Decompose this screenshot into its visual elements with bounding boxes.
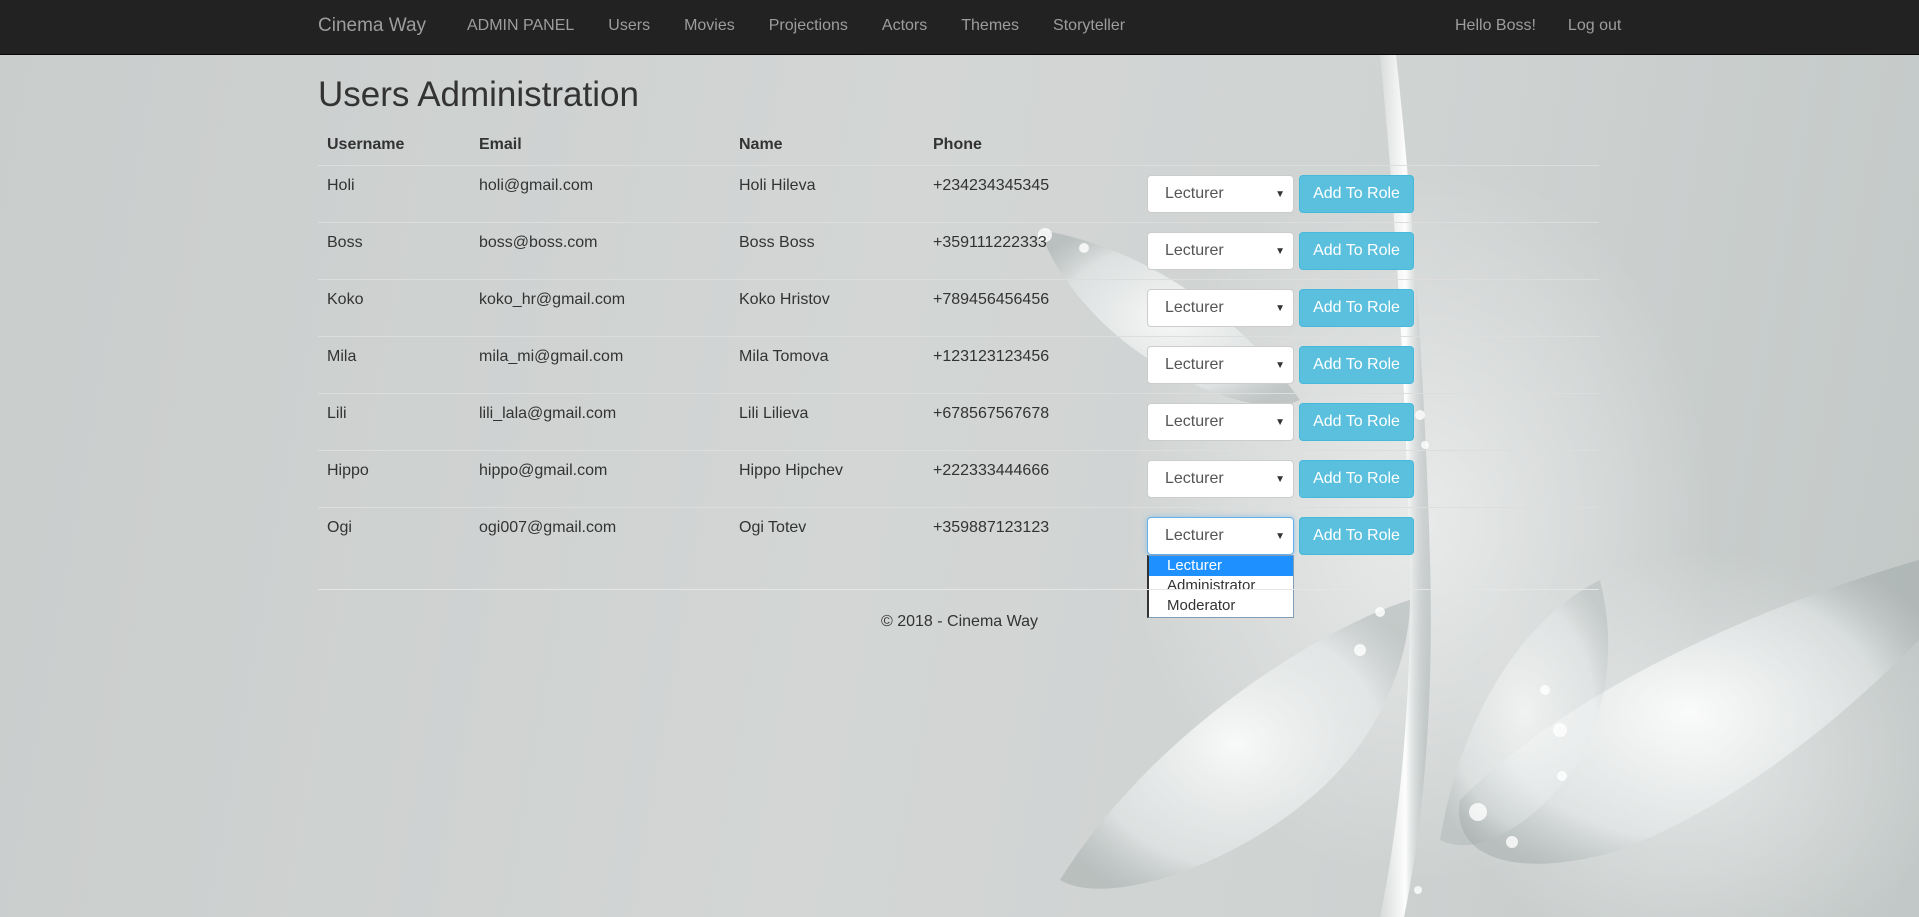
- cell-username: Koko: [327, 291, 364, 308]
- nav-movies[interactable]: Movies: [684, 17, 735, 35]
- table-row: Koko koko_hr@gmail.com Koko Hristov +789…: [318, 280, 1599, 337]
- nav-admin-panel[interactable]: ADMIN PANEL: [467, 17, 574, 35]
- role-select-value: Lecturer: [1165, 413, 1224, 430]
- table-row: Mila mila_mi@gmail.com Mila Tomova +1231…: [318, 337, 1599, 394]
- role-select[interactable]: Lecturer ▼: [1147, 346, 1294, 384]
- cell-username: Holi: [327, 177, 355, 194]
- role-select[interactable]: Lecturer ▼: [1147, 460, 1294, 498]
- cell-email: ogi007@gmail.com: [479, 519, 617, 536]
- cell-email: lili_lala@gmail.com: [479, 405, 617, 422]
- caret-down-icon: ▼: [1275, 474, 1285, 485]
- role-option-moderator[interactable]: Moderator: [1149, 596, 1293, 616]
- cell-name: Hippo Hipchev: [739, 462, 844, 479]
- cell-phone: +123123123456: [933, 348, 1050, 365]
- add-to-role-button[interactable]: Add To Role: [1299, 346, 1414, 384]
- table-row: Ogi ogi007@gmail.com Ogi Totev +35988712…: [318, 508, 1599, 565]
- cell-name: Mila Tomova: [739, 348, 829, 365]
- add-to-role-button[interactable]: Add To Role: [1299, 403, 1414, 441]
- cell-username: Hippo: [327, 462, 369, 479]
- role-select[interactable]: Lecturer ▼: [1147, 232, 1294, 270]
- nav-actors[interactable]: Actors: [882, 17, 927, 35]
- cell-name: Lili Lilieva: [739, 405, 809, 422]
- add-to-role-button[interactable]: Add To Role: [1299, 289, 1414, 327]
- greeting-link[interactable]: Hello Boss!: [1455, 17, 1536, 35]
- table-row: Lili lili_lala@gmail.com Lili Lilieva +6…: [318, 394, 1599, 451]
- footer-copyright: © 2018 - Cinema Way: [881, 613, 1039, 630]
- main-nav: ADMIN PANEL Users Movies Projections Act…: [467, 17, 1159, 35]
- cell-phone: +789456456456: [933, 291, 1050, 308]
- cell-email: holi@gmail.com: [479, 177, 594, 194]
- role-select[interactable]: Lecturer ▼: [1147, 517, 1294, 555]
- role-option-lecturer[interactable]: Lecturer: [1149, 556, 1293, 576]
- cell-email: koko_hr@gmail.com: [479, 291, 626, 308]
- role-select[interactable]: Lecturer ▼: [1147, 289, 1294, 327]
- cell-email: boss@boss.com: [479, 234, 598, 251]
- logout-link[interactable]: Log out: [1568, 17, 1621, 35]
- add-to-role-button[interactable]: Add To Role: [1299, 460, 1414, 498]
- table-row: Boss boss@boss.com Boss Boss +3591112223…: [318, 223, 1599, 280]
- role-option-administrator[interactable]: Administrator: [1149, 576, 1293, 596]
- role-select[interactable]: Lecturer ▼: [1147, 175, 1294, 213]
- caret-down-icon: ▼: [1275, 189, 1285, 200]
- cell-name: Boss Boss: [739, 234, 815, 251]
- cell-phone: +359887123123: [933, 519, 1050, 536]
- caret-down-icon: ▼: [1275, 303, 1285, 314]
- role-select-value: Lecturer: [1165, 185, 1224, 202]
- cell-phone: +222333444666: [933, 462, 1050, 479]
- user-nav: Hello Boss! Log out: [1455, 17, 1621, 35]
- cell-name: Koko Hristov: [739, 291, 830, 308]
- cell-name: Ogi Totev: [739, 519, 807, 536]
- cell-phone: +359111222333: [933, 234, 1047, 251]
- nav-themes[interactable]: Themes: [961, 17, 1019, 35]
- table-row: Holi holi@gmail.com Holi Hileva +2342343…: [318, 166, 1599, 223]
- nav-users[interactable]: Users: [608, 17, 650, 35]
- add-to-role-button[interactable]: Add To Role: [1299, 232, 1414, 270]
- role-select-value: Lecturer: [1165, 356, 1224, 373]
- header-username: Username: [327, 136, 405, 153]
- add-to-role-button[interactable]: Add To Role: [1299, 517, 1414, 555]
- caret-down-icon: ▼: [1275, 531, 1285, 542]
- nav-storyteller[interactable]: Storyteller: [1053, 17, 1125, 35]
- footer-divider: [318, 589, 1599, 590]
- cell-username: Boss: [327, 234, 363, 251]
- users-table: Username Email Name Phone Holi holi@gmai…: [318, 128, 1599, 565]
- cell-username: Ogi: [327, 519, 352, 536]
- role-select-value: Lecturer: [1165, 299, 1224, 316]
- header-name: Name: [739, 136, 783, 153]
- page-title: Users Administration: [318, 75, 639, 114]
- caret-down-icon: ▼: [1275, 417, 1285, 428]
- role-select-value: Lecturer: [1165, 470, 1224, 487]
- cell-email: hippo@gmail.com: [479, 462, 608, 479]
- cell-email: mila_mi@gmail.com: [479, 348, 624, 365]
- add-to-role-button[interactable]: Add To Role: [1299, 175, 1414, 213]
- role-select-value: Lecturer: [1165, 242, 1224, 259]
- header-email: Email: [479, 136, 522, 153]
- brand-link[interactable]: Cinema Way: [318, 15, 426, 37]
- caret-down-icon: ▼: [1275, 246, 1285, 257]
- header-phone: Phone: [933, 136, 982, 153]
- cell-name: Holi Hileva: [739, 177, 816, 194]
- cell-phone: +234234345345: [933, 177, 1050, 194]
- cell-phone: +678567567678: [933, 405, 1050, 422]
- role-options-list: Lecturer Administrator Moderator: [1147, 555, 1294, 618]
- caret-down-icon: ▼: [1275, 360, 1285, 371]
- cell-username: Lili: [327, 405, 347, 422]
- top-navbar: Cinema Way ADMIN PANEL Users Movies Proj…: [0, 0, 1919, 55]
- table-header: Username Email Name Phone: [318, 128, 1599, 166]
- role-select[interactable]: Lecturer ▼: [1147, 403, 1294, 441]
- table-row: Hippo hippo@gmail.com Hippo Hipchev +222…: [318, 451, 1599, 508]
- nav-projections[interactable]: Projections: [769, 17, 848, 35]
- role-select-value: Lecturer: [1165, 527, 1224, 544]
- cell-username: Mila: [327, 348, 357, 365]
